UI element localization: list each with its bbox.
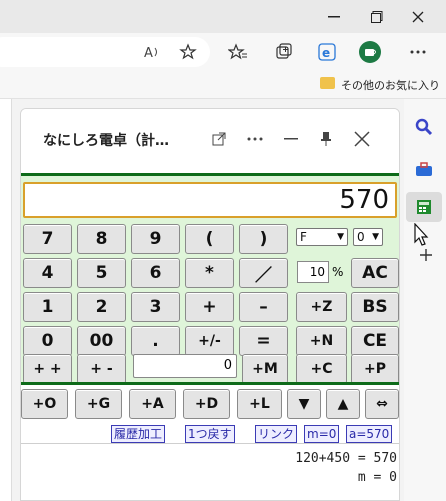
more-menu-icon[interactable] [406, 41, 430, 63]
pane-close-button[interactable] [350, 127, 374, 151]
add-icon[interactable] [416, 240, 436, 270]
key-minus[interactable]: – [239, 292, 288, 322]
answer-link[interactable]: a=570 [346, 425, 393, 443]
key-2[interactable]: 2 [77, 292, 126, 322]
percent-input[interactable]: 10 [297, 261, 329, 283]
key-0[interactable]: 0 [23, 326, 72, 356]
folder-icon [320, 77, 335, 89]
history-line: m = 0 [357, 470, 397, 485]
digits-select-value: 0 [357, 230, 365, 244]
edge-extension-icon[interactable]: e [315, 41, 339, 63]
key-plus-d[interactable]: +D [183, 389, 230, 419]
pane-title: なにしろ電卓（計… [43, 133, 169, 149]
key-plus-l[interactable]: +L [237, 389, 282, 419]
key-6[interactable]: 6 [131, 258, 180, 288]
key-3[interactable]: 3 [131, 292, 180, 322]
extra-key-row: +O +G +A +D +L ▼ ▲ ⇔ [21, 385, 399, 421]
chevron-down-icon: ▼ [337, 232, 344, 242]
memory-input[interactable]: 0 [133, 354, 237, 378]
edit-history-link[interactable]: 履歴加工 [111, 425, 166, 443]
svg-text:A: A [144, 46, 153, 60]
other-favorites-folder[interactable]: その他のお気に入り [341, 77, 440, 93]
key-8[interactable]: 8 [77, 224, 126, 254]
more-icon [247, 137, 263, 141]
memory-link[interactable]: m=0 [304, 425, 340, 443]
history-line: 120+450 = 570 [295, 451, 397, 466]
search-icon[interactable] [406, 112, 442, 142]
pane-minimize-button[interactable] [279, 127, 303, 151]
key-5[interactable]: 5 [77, 258, 126, 288]
pin-button[interactable] [314, 127, 338, 151]
key-plus-g[interactable]: +G [75, 389, 122, 419]
close-icon [354, 131, 370, 147]
key-divide[interactable]: ／ [239, 258, 288, 288]
mode-select-value: F [300, 230, 307, 244]
key-up[interactable]: ▲ [326, 389, 360, 419]
favorites-icon[interactable] [226, 41, 250, 63]
minimize-icon [284, 138, 298, 140]
key-backspace[interactable]: BS [351, 292, 399, 322]
mode-select[interactable]: F ▼ [296, 228, 348, 246]
key-plus-c[interactable]: +C [296, 354, 347, 384]
key-7[interactable]: 7 [23, 224, 72, 254]
calculator-display: 570 [23, 182, 397, 218]
read-aloud-icon[interactable]: A [140, 41, 164, 63]
key-plus-o[interactable]: +O [21, 389, 68, 419]
browser-toolbar: A e [0, 33, 446, 71]
chevron-down-icon: ▼ [372, 232, 379, 242]
page-content-edge [0, 99, 12, 501]
close-icon [412, 11, 424, 23]
minimize-icon [328, 16, 340, 18]
restore-icon [371, 11, 383, 23]
key-plus-minus[interactable]: + - [77, 354, 126, 384]
link-link[interactable]: リンク [255, 425, 298, 443]
key-plus-plus[interactable]: + + [23, 354, 72, 384]
browser-title-bar [0, 0, 446, 33]
key-multiply[interactable]: * [185, 258, 234, 288]
key-equals[interactable]: = [239, 326, 288, 356]
external-link-icon [212, 132, 226, 146]
calculator-body: 570 7 8 9 ( ) F ▼ 0 ▼ 4 5 6 * ／ 10 % AC … [21, 176, 399, 384]
profile-avatar[interactable] [358, 41, 382, 63]
key-down[interactable]: ▼ [287, 389, 321, 419]
open-in-new-window-button[interactable] [207, 127, 231, 151]
restore-button[interactable] [365, 6, 389, 28]
key-clear-entry[interactable]: CE [351, 326, 399, 356]
tools-icon[interactable] [406, 154, 442, 184]
pin-icon [321, 132, 331, 146]
key-1[interactable]: 1 [23, 292, 72, 322]
percent-label: % [332, 265, 344, 279]
svg-text:e: e [322, 46, 330, 60]
key-plus-m[interactable]: +M [242, 354, 288, 384]
digits-select[interactable]: 0 ▼ [353, 228, 383, 246]
pane-more-button[interactable] [243, 127, 267, 151]
key-swap[interactable]: ⇔ [365, 389, 399, 419]
key-open-paren[interactable]: ( [185, 224, 234, 254]
key-decimal[interactable]: . [131, 326, 180, 356]
key-all-clear[interactable]: AC [351, 258, 399, 288]
calculator-app-icon[interactable] [406, 192, 442, 222]
key-plus-n[interactable]: +N [296, 326, 347, 356]
link-row: 履歴加工 1つ戻す リンク m=0 a=570 [21, 422, 399, 444]
add-favorite-icon[interactable] [176, 41, 200, 63]
key-00[interactable]: 00 [77, 326, 126, 356]
key-plus[interactable]: + [185, 292, 234, 322]
collections-icon[interactable] [272, 41, 296, 63]
key-9[interactable]: 9 [131, 224, 180, 254]
key-plus-a[interactable]: +A [129, 389, 176, 419]
minimize-button[interactable] [322, 6, 346, 28]
undo-link[interactable]: 1つ戻す [185, 425, 235, 443]
key-sign[interactable]: +/- [185, 326, 234, 356]
key-close-paren[interactable]: ) [239, 224, 288, 254]
sidebar-pane: なにしろ電卓（計… 570 7 8 9 ( ) F ▼ 0 ▼ 4 5 6 * … [20, 108, 400, 501]
pane-header: なにしろ電卓（計… [21, 109, 399, 173]
close-window-button[interactable] [406, 6, 430, 28]
key-4[interactable]: 4 [23, 258, 72, 288]
key-plus-z[interactable]: +Z [296, 292, 347, 322]
history-panel: 120+450 = 570 m = 0 [21, 445, 399, 500]
key-plus-p[interactable]: +P [351, 354, 399, 384]
